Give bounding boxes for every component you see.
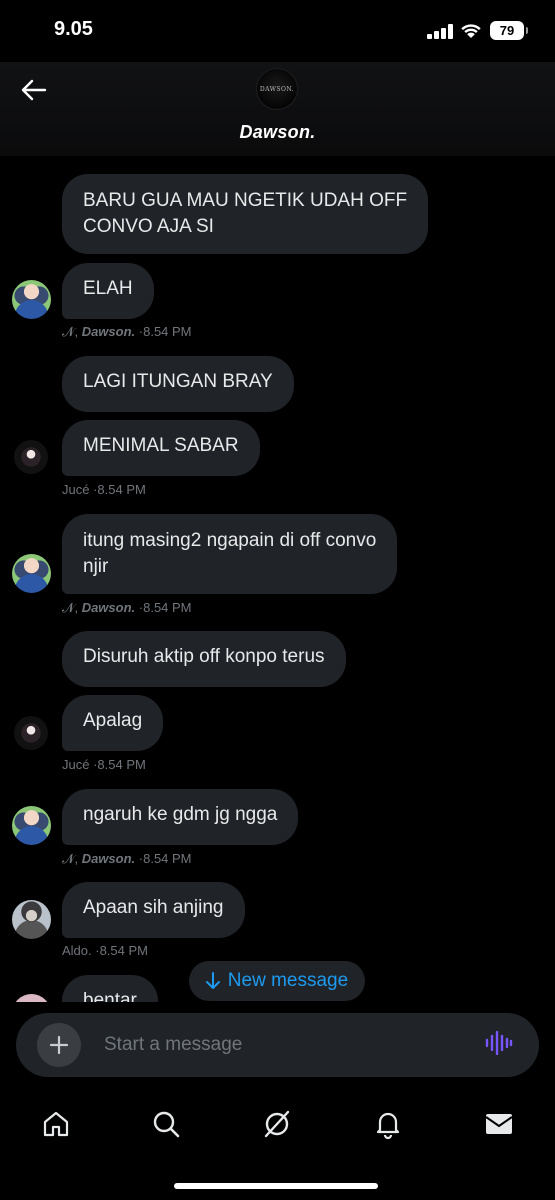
- message-input[interactable]: [104, 1025, 474, 1065]
- group-avatar-logo: DAWSON.: [259, 85, 295, 93]
- group-avatar[interactable]: DAWSON.: [256, 68, 298, 110]
- group-name[interactable]: Dawson.: [0, 122, 555, 143]
- sender-name: Dawson.: [81, 324, 136, 339]
- avatar[interactable]: [12, 280, 51, 319]
- avatar[interactable]: [12, 806, 51, 845]
- avatar[interactable]: [14, 440, 48, 474]
- add-attachment-button[interactable]: [37, 1023, 81, 1067]
- message-bubble[interactable]: itung masing2 ngapain di off convo njir: [62, 514, 398, 594]
- wifi-icon: [461, 24, 481, 38]
- avatar[interactable]: [12, 994, 51, 1002]
- new-message-button[interactable]: New message: [189, 961, 365, 1001]
- status-bar: 9.05 79: [0, 0, 555, 62]
- home-icon: [43, 1111, 69, 1137]
- cellular-signal-icon: [427, 24, 453, 39]
- message-meta: Aldo. ·8.54 PM: [62, 943, 148, 958]
- voice-message-button[interactable]: [485, 1030, 517, 1059]
- conversation-header: DAWSON. Dawson.: [0, 62, 555, 156]
- message-time: ·8.54 PM: [135, 851, 192, 866]
- message-text: bentar: [83, 990, 137, 1002]
- message-text: ELAH: [83, 278, 133, 299]
- message-bubble[interactable]: Apaan sih anjing: [62, 882, 245, 938]
- message-text: CONVO AJA SI: [83, 216, 214, 237]
- tab-grok[interactable]: [257, 1104, 297, 1144]
- search-icon: [153, 1111, 180, 1138]
- avatar[interactable]: [12, 900, 51, 939]
- message-time: ·8.54 PM: [135, 324, 192, 339]
- arrow-down-icon: [205, 972, 220, 989]
- message-meta: Jucé ·8.54 PM: [62, 482, 146, 497]
- message-text: njir: [83, 556, 109, 577]
- message-meta: 𝓝, Dawson. ·8.54 PM: [62, 851, 192, 866]
- message-meta: Jucé ·8.54 PM: [62, 757, 146, 772]
- tab-notifications[interactable]: [368, 1104, 408, 1144]
- message-composer: [16, 1013, 539, 1077]
- avatar[interactable]: [12, 554, 51, 593]
- back-arrow-icon: [21, 79, 47, 101]
- message-text: BARU GUA MAU NGETIK UDAH OFF: [83, 190, 408, 211]
- grok-icon: [264, 1110, 290, 1138]
- home-indicator: [174, 1183, 378, 1189]
- new-message-label: New message: [227, 970, 349, 991]
- message-bubble[interactable]: LAGI ITUNGAN BRAY: [62, 356, 294, 412]
- avatar[interactable]: [14, 716, 48, 750]
- message-bubble[interactable]: ELAH: [62, 263, 154, 319]
- message-time: ·8.54 PM: [89, 482, 146, 497]
- sender-name: Jucé: [62, 757, 90, 772]
- message-meta: 𝓝, Dawson. ·8.54 PM: [62, 600, 192, 615]
- battery-indicator: 79: [490, 21, 528, 40]
- message-bubble[interactable]: BARU GUA MAU NGETIK UDAH OFF CONVO AJA S…: [62, 174, 429, 254]
- message-meta: 𝓝, Dawson. ·8.54 PM: [62, 324, 192, 339]
- message-time: ·8.54 PM: [89, 757, 146, 772]
- message-text: itung masing2 ngapain di off convo: [83, 530, 377, 551]
- sender-name: Jucé: [62, 482, 90, 497]
- message-text: LAGI ITUNGAN BRAY: [83, 371, 273, 392]
- message-bubble[interactable]: ngaruh ke gdm jg ngga: [62, 789, 299, 845]
- message-time: ·8.54 PM: [91, 943, 148, 958]
- sender-name: Aldo.: [62, 943, 92, 958]
- plus-icon: [49, 1035, 69, 1055]
- message-text: ngaruh ke gdm jg ngga: [83, 804, 278, 825]
- sender-name: Dawson.: [81, 600, 136, 615]
- message-bubble[interactable]: Disuruh aktip off konpo terus: [62, 631, 346, 687]
- tab-home[interactable]: [36, 1104, 76, 1144]
- envelope-icon: [485, 1114, 513, 1134]
- message-list[interactable]: BARU GUA MAU NGETIK UDAH OFF CONVO AJA S…: [0, 156, 555, 1002]
- tab-search[interactable]: [146, 1104, 186, 1144]
- message-text: Apalag: [83, 710, 143, 731]
- message-bubble[interactable]: MENIMAL SABAR: [62, 420, 260, 476]
- message-bubble[interactable]: Apalag: [62, 695, 164, 751]
- bell-icon: [376, 1112, 400, 1139]
- message-text: MENIMAL SABAR: [83, 435, 239, 456]
- sender-name: Dawson.: [81, 851, 136, 866]
- message-text: Disuruh aktip off konpo terus: [83, 646, 325, 667]
- message-time: ·8.54 PM: [135, 600, 192, 615]
- waveform-icon: [485, 1030, 513, 1056]
- tab-messages[interactable]: [479, 1104, 519, 1144]
- message-text: Apaan sih anjing: [83, 897, 224, 918]
- message-bubble[interactable]: bentar: [62, 975, 158, 1002]
- status-time: 9.05: [54, 18, 93, 40]
- back-button[interactable]: [14, 70, 54, 110]
